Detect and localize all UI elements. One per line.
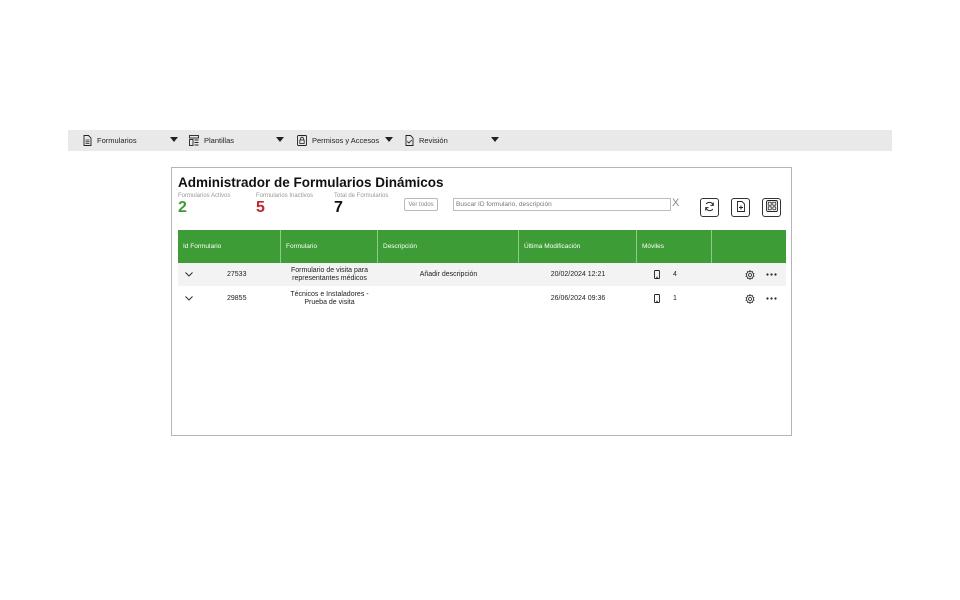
add-document-icon: [736, 199, 746, 217]
table-row[interactable]: 29855 Técnicos e Instaladores - Prueba d…: [178, 287, 786, 310]
column-header-id[interactable]: Id Formulario: [178, 230, 280, 263]
menu-label-permisos: Permisos y Accesos: [312, 136, 380, 145]
table-row[interactable]: 27533 Formulario de visita para represen…: [178, 263, 786, 286]
stat-total: Total de Formularios 7: [334, 193, 388, 216]
review-icon: [404, 135, 414, 146]
menu-label-revision: Revisión: [419, 136, 448, 145]
chevron-down-icon[interactable]: [491, 137, 499, 142]
top-menu-bar: Formularios Plantillas Permisos y Acceso…: [68, 130, 892, 151]
chevron-down-icon[interactable]: [170, 137, 178, 142]
column-header-formulario[interactable]: Formulario: [281, 230, 378, 263]
row-modified: 20/02/2024 12:21: [550, 271, 606, 278]
chevron-down-icon[interactable]: [185, 263, 195, 286]
row-form-name: Formulario de visita para representantes…: [281, 263, 378, 286]
column-header-descripcion[interactable]: Descripción: [378, 230, 519, 263]
mobile-phone-icon: [654, 263, 660, 286]
row-form-name-line2: Prueba de visita: [304, 298, 355, 306]
template-icon: [189, 135, 199, 146]
row-mobiles: 4: [673, 271, 677, 278]
row-form-name: Técnicos e Instaladores - Prueba de visi…: [281, 287, 378, 310]
gear-icon[interactable]: [745, 287, 755, 310]
refresh-icon: [704, 199, 715, 217]
row-modified: 26/06/2024 09:36: [550, 295, 606, 302]
stat-inactive-value: 5: [256, 199, 265, 216]
row-form-name-line2: representantes médicos: [292, 274, 367, 282]
column-header-modificacion[interactable]: Última Modificación: [519, 230, 637, 263]
menu-item-permisos[interactable]: Permisos y Accesos: [297, 130, 379, 151]
row-description[interactable]: [378, 287, 519, 310]
chevron-down-icon[interactable]: [185, 287, 195, 310]
menu-item-revision[interactable]: Revisión: [404, 130, 448, 151]
stat-inactive: Formularios Inactivos 5: [256, 193, 313, 216]
forms-admin-panel: Administrador de Formularios Dinámicos F…: [171, 167, 792, 436]
row-form-name-line1: Técnicos e Instaladores -: [290, 290, 369, 298]
new-form-button[interactable]: [731, 198, 750, 217]
menu-item-formularios[interactable]: Formularios: [82, 130, 137, 151]
menu-label-plantillas: Plantillas: [204, 136, 235, 145]
templates-button[interactable]: [762, 198, 781, 217]
more-options-icon[interactable]: [766, 287, 777, 310]
stat-active: Formularios Activos 2: [178, 193, 230, 216]
refresh-button[interactable]: [700, 198, 719, 217]
mobile-phone-icon: [654, 287, 660, 310]
chevron-down-icon[interactable]: [276, 137, 284, 142]
chevron-down-icon[interactable]: [385, 137, 393, 142]
gear-icon[interactable]: [745, 263, 755, 286]
clear-search-button[interactable]: X: [672, 197, 679, 210]
menu-label-formularios: Formularios: [97, 136, 137, 145]
row-mobiles: 1: [673, 295, 677, 302]
lock-icon: [297, 135, 307, 146]
stat-total-value: 7: [334, 199, 343, 216]
ver-todos-button[interactable]: Ver todos: [404, 198, 438, 211]
row-form-name-line1: Formulario de visita para: [290, 266, 369, 274]
stat-active-value: 2: [178, 199, 187, 216]
row-description[interactable]: Añadir descripción: [378, 263, 519, 286]
search-input[interactable]: [453, 198, 671, 211]
page-title: Administrador de Formularios Dinámicos: [178, 175, 444, 190]
row-id: 27533: [227, 271, 247, 278]
menu-item-plantillas[interactable]: Plantillas: [189, 130, 234, 151]
document-icon: [82, 135, 92, 146]
more-options-icon[interactable]: [766, 263, 777, 286]
row-id: 29855: [227, 295, 247, 302]
column-header-moviles[interactable]: Móviles: [637, 230, 712, 263]
grid-settings-icon: [765, 199, 778, 217]
table-header: Id Formulario Formulario Descripción Últ…: [178, 230, 786, 263]
